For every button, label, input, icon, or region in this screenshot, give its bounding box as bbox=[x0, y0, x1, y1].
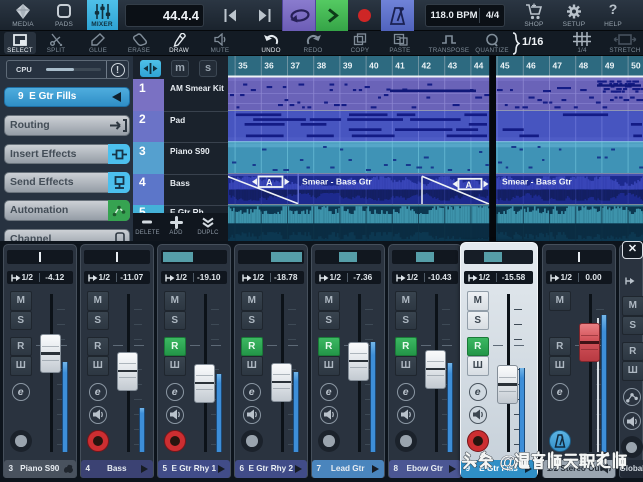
svg-text:50: 50 bbox=[631, 61, 641, 71]
svg-text:46: 46 bbox=[526, 61, 536, 71]
svg-text:@: @ bbox=[499, 452, 516, 472]
svg-text:44: 44 bbox=[474, 61, 484, 71]
svg-text:38: 38 bbox=[317, 61, 327, 71]
svg-text:48: 48 bbox=[579, 61, 589, 71]
svg-text:41: 41 bbox=[395, 61, 405, 71]
svg-text:37: 37 bbox=[291, 61, 301, 71]
svg-text:49: 49 bbox=[605, 61, 615, 71]
svg-text:Smear - Bass Gtr: Smear - Bass Gtr bbox=[502, 177, 572, 187]
svg-text:36: 36 bbox=[264, 61, 274, 71]
svg-text:45: 45 bbox=[500, 61, 510, 71]
svg-text:40: 40 bbox=[369, 61, 379, 71]
svg-text:42: 42 bbox=[422, 61, 432, 71]
svg-text:Smear - Bass Gtr: Smear - Bass Gtr bbox=[302, 177, 372, 187]
svg-text:A: A bbox=[466, 180, 473, 190]
svg-text:43: 43 bbox=[448, 61, 458, 71]
svg-text:A: A bbox=[266, 178, 273, 188]
svg-text:35: 35 bbox=[238, 61, 248, 71]
svg-text:39: 39 bbox=[343, 61, 353, 71]
svg-text:47: 47 bbox=[553, 61, 563, 71]
